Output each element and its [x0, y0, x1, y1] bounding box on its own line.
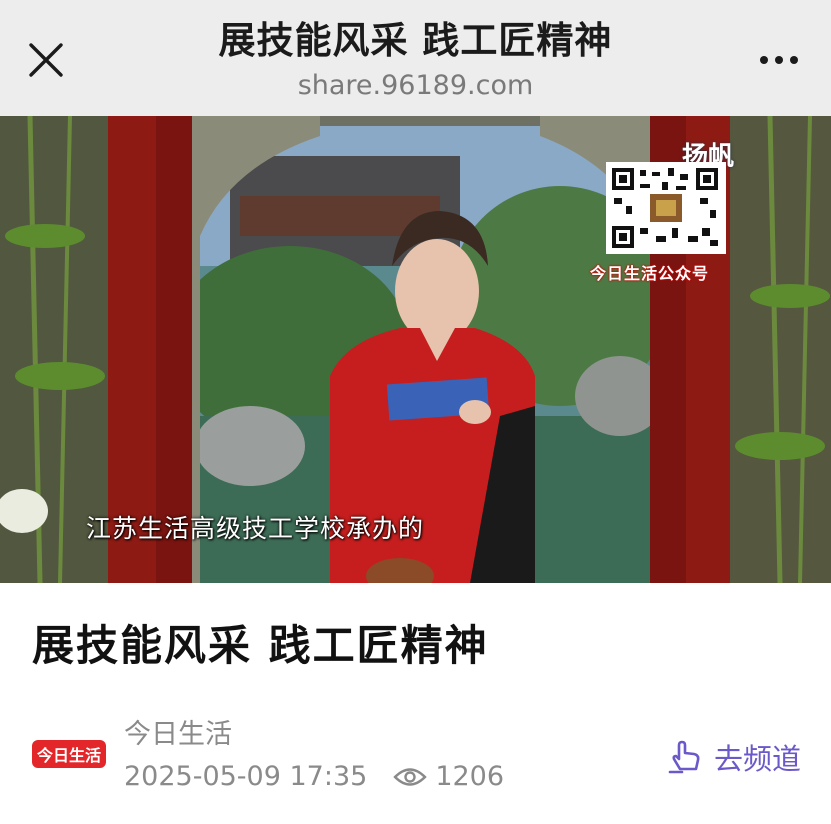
source-name[interactable]: 今日生活 [124, 716, 232, 754]
qr-code-icon [610, 166, 722, 250]
page-title: 展技能风采 践工匠精神 [218, 19, 613, 62]
view-count-value: 1206 [435, 761, 505, 792]
page-domain: share.96189.com [297, 70, 534, 101]
qr-caption: 今日生活公众号 [590, 264, 710, 283]
source-logo[interactable]: 今日生活 [32, 736, 106, 772]
video-player[interactable]: 扬帆 今日生活公众号 江苏生活高级技工学校承办的 [0, 116, 831, 583]
article-meta: 2025-05-09 17:35 1206 [124, 758, 504, 796]
hand-pointer-icon [668, 740, 700, 774]
logo-text: 今日生活 [36, 746, 101, 765]
go-to-channel-label: 去频道 [713, 742, 801, 776]
close-icon [29, 43, 63, 77]
video-subtitle: 江苏生活高级技工学校承办的 [86, 514, 425, 543]
top-bar: 展技能风采 践工匠精神 share.96189.com [0, 0, 831, 116]
article-title: 展技能风采 践工匠精神 [32, 621, 489, 670]
close-button[interactable] [22, 36, 70, 84]
eye-icon [393, 768, 428, 786]
header-title-block: 展技能风采 践工匠精神 share.96189.com [120, 18, 711, 106]
source-logo-icon: 今日生活 [32, 740, 106, 768]
more-dots-icon [760, 56, 768, 64]
go-to-channel-button[interactable]: 去频道 [668, 736, 801, 778]
qr-code [606, 162, 726, 254]
view-count: 1206 [393, 758, 504, 796]
publish-date: 2025-05-09 17:35 [124, 761, 368, 792]
more-options-button[interactable] [749, 40, 809, 80]
